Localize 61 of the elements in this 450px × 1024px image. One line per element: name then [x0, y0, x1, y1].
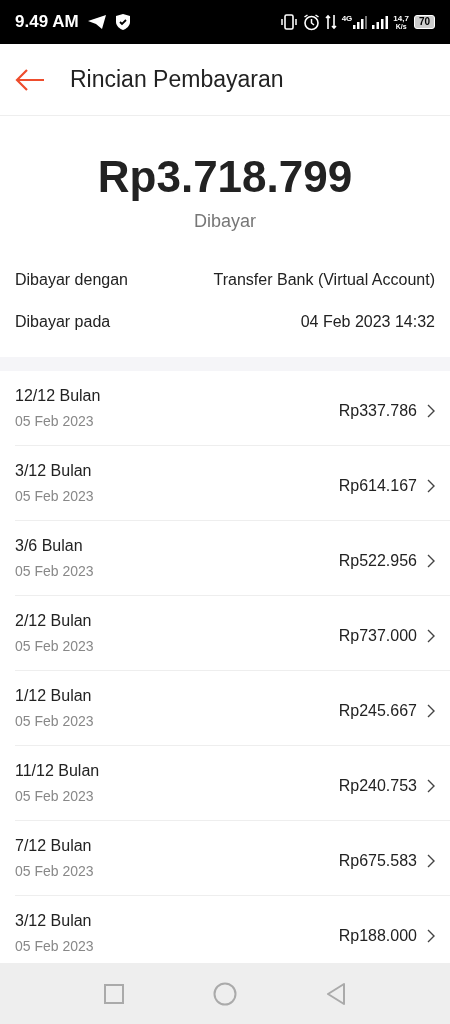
signal-icon: [353, 15, 368, 29]
installment-row[interactable]: 3/12 Bulan 05 Feb 2023 Rp614.167: [15, 446, 450, 521]
installment-row[interactable]: 7/12 Bulan 05 Feb 2023 Rp675.583: [15, 821, 450, 896]
alarm-icon: [302, 13, 320, 31]
vibrate-icon: [279, 14, 298, 30]
installment-row[interactable]: 11/12 Bulan 05 Feb 2023 Rp240.753: [15, 746, 450, 821]
detail-value: 04 Feb 2023 14:32: [300, 312, 435, 332]
installment-date: 05 Feb 2023: [15, 862, 94, 880]
installment-amount: Rp737.000: [338, 626, 417, 646]
recent-apps-icon[interactable]: [104, 983, 125, 1004]
chevron-right-icon: [427, 479, 435, 493]
status-time: 9.49 AM: [15, 11, 79, 34]
installment-date: 05 Feb 2023: [15, 937, 94, 955]
detail-label: Dibayar pada: [15, 312, 111, 332]
installment-row[interactable]: 12/12 Bulan 05 Feb 2023 Rp337.786: [15, 371, 450, 446]
back-arrow-icon[interactable]: [15, 68, 45, 91]
installment-row[interactable]: 3/6 Bulan 05 Feb 2023 Rp522.956: [15, 521, 450, 596]
installment-amount: Rp522.956: [338, 551, 417, 571]
data-arrows-icon: [324, 14, 337, 30]
installment-amount: Rp614.167: [338, 476, 417, 496]
detail-value: Transfer Bank (Virtual Account): [213, 270, 435, 290]
back-icon[interactable]: [325, 982, 346, 1005]
installment-term: 2/12 Bulan: [15, 611, 93, 631]
payment-status: Dibayar: [194, 210, 256, 233]
installment-row[interactable]: 2/12 Bulan 05 Feb 2023 Rp737.000: [15, 596, 450, 671]
chevron-right-icon: [427, 629, 435, 643]
paper-plane-icon: [86, 14, 107, 30]
home-icon[interactable]: [213, 981, 237, 1006]
installment-term: 11/12 Bulan: [15, 761, 100, 781]
installment-term: 3/6 Bulan: [15, 536, 84, 556]
installment-date: 05 Feb 2023: [15, 712, 94, 730]
installment-row[interactable]: 1/12 Bulan 05 Feb 2023 Rp245.667: [15, 671, 450, 746]
installment-amount: Rp675.583: [338, 851, 417, 871]
installment-term: 7/12 Bulan: [15, 836, 93, 856]
page-title: Rincian Pembayaran: [70, 65, 284, 95]
battery-icon: 70: [413, 15, 435, 29]
installment-term: 3/12 Bulan: [15, 461, 93, 481]
chevron-right-icon: [427, 704, 435, 718]
chevron-right-icon: [427, 404, 435, 418]
network-type: 4G: [341, 15, 353, 23]
signal-icon: [372, 15, 389, 29]
installment-term: 12/12 Bulan: [15, 386, 101, 406]
installment-date: 05 Feb 2023: [15, 487, 94, 505]
installment-amount: Rp245.667: [338, 701, 417, 721]
installment-date: 05 Feb 2023: [15, 562, 94, 580]
chevron-right-icon: [427, 854, 435, 868]
installment-date: 05 Feb 2023: [15, 637, 94, 655]
installment-amount: Rp240.753: [338, 776, 417, 796]
chevron-right-icon: [427, 929, 435, 943]
chevron-right-icon: [427, 554, 435, 568]
total-amount: Rp3.718.799: [97, 151, 353, 203]
installment-term: 3/12 Bulan: [15, 911, 93, 931]
detail-label: Dibayar dengan: [15, 270, 128, 290]
installment-amount: Rp188.000: [338, 926, 417, 946]
shield-icon: [114, 13, 131, 31]
installment-date: 05 Feb 2023: [15, 412, 95, 430]
installment-date: 05 Feb 2023: [15, 787, 95, 805]
network-speed: 14,7: [393, 14, 409, 23]
chevron-right-icon: [427, 779, 435, 793]
installment-term: 1/12 Bulan: [15, 686, 93, 706]
installment-amount: Rp337.786: [338, 401, 417, 421]
